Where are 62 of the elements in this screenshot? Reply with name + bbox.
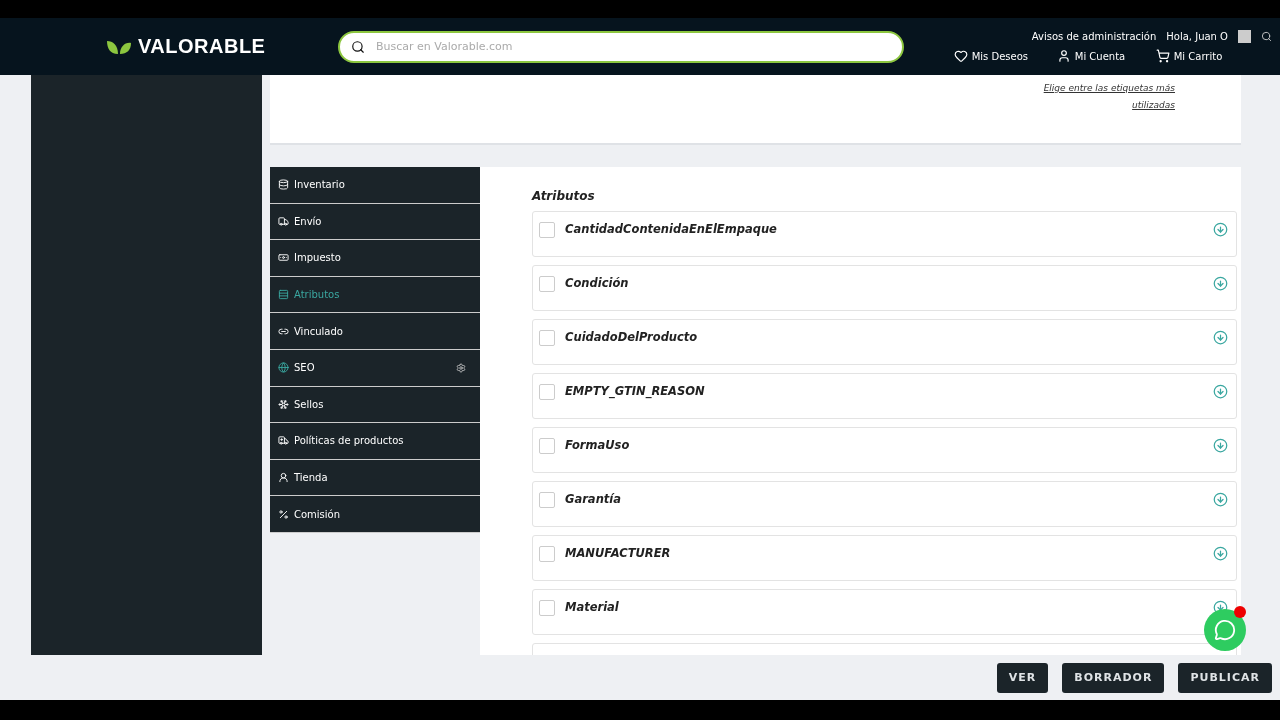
tab[interactable]: SEO xyxy=(270,349,480,387)
attribute-name: MANUFACTURER xyxy=(565,546,672,560)
checkbox[interactable] xyxy=(539,276,555,292)
attribute-name: FormaUso xyxy=(565,438,631,452)
snowflake-icon xyxy=(278,398,289,410)
footer-button[interactable]: VER xyxy=(996,662,1049,693)
expand-icon[interactable] xyxy=(1213,276,1228,291)
truck-icon xyxy=(278,215,289,227)
checkbox[interactable] xyxy=(539,438,555,454)
tab[interactable]: Políticas de productos xyxy=(270,423,480,460)
user-icon xyxy=(278,472,289,484)
nav-link[interactable]: Mi Carrito xyxy=(1154,49,1224,63)
expand-icon[interactable] xyxy=(1213,384,1228,399)
tab[interactable]: Tienda xyxy=(270,459,480,497)
expand-icon[interactable] xyxy=(1213,492,1228,507)
section-title: Atributos xyxy=(532,189,596,203)
ambulance-icon xyxy=(278,435,289,447)
tab[interactable]: Impuesto xyxy=(270,240,480,277)
checkbox[interactable] xyxy=(539,492,555,508)
expand-icon[interactable] xyxy=(1213,222,1228,237)
attribute-name: Condición xyxy=(565,276,630,290)
table-icon xyxy=(278,289,289,301)
search-field[interactable]: Buscar en Valorable.com xyxy=(338,30,904,63)
percent-icon xyxy=(278,508,289,520)
checkbox[interactable] xyxy=(539,330,555,346)
search-icon[interactable] xyxy=(1261,31,1272,42)
footer-button[interactable]: BORRADOR xyxy=(1062,662,1165,693)
tab[interactable]: Inventario xyxy=(270,167,480,204)
attribute-name: CantidadContenidaEnElEmpaque xyxy=(565,222,778,236)
user-icon xyxy=(1056,49,1071,63)
tab[interactable]: Vinculado xyxy=(270,313,480,350)
attribute-name: Garantía xyxy=(565,492,623,506)
expand-icon[interactable] xyxy=(1213,330,1228,345)
brand-name: VALORABLE xyxy=(138,35,266,58)
tab[interactable]: Sellos xyxy=(270,386,480,424)
tags-link[interactable]: Elige entre las etiquetas más utilizadas xyxy=(1025,80,1175,114)
globe-icon xyxy=(278,362,289,374)
tab[interactable]: Comisión xyxy=(270,496,480,533)
checkbox[interactable] xyxy=(539,600,555,616)
nav-link[interactable]: Mi Cuenta xyxy=(1056,49,1126,63)
tab[interactable]: Atributos xyxy=(270,276,480,314)
nav-link[interactable]: Mis Deseos xyxy=(953,49,1028,63)
chat-icon xyxy=(1214,619,1236,641)
expand-icon[interactable] xyxy=(1213,438,1228,453)
settings-icon xyxy=(456,362,466,373)
attribute-name: CuidadoDelProducto xyxy=(565,330,699,344)
banknote-icon xyxy=(278,252,289,264)
checkbox[interactable] xyxy=(539,546,555,562)
checkbox[interactable] xyxy=(539,222,555,238)
heart-icon xyxy=(953,49,968,63)
checkbox[interactable] xyxy=(539,384,555,400)
search-icon xyxy=(351,39,365,54)
greeting-text: Hola, Juan O xyxy=(1166,31,1228,42)
leaf-logo-icon xyxy=(106,38,132,55)
admin-notices-link[interactable]: Avisos de administración xyxy=(1031,31,1157,42)
attribute-name: EMPTY_GTIN_REASON xyxy=(565,384,706,398)
database-icon xyxy=(278,179,289,191)
attribute-name: Material xyxy=(565,600,620,614)
expand-icon[interactable] xyxy=(1213,546,1228,561)
footer-button[interactable]: PUBLICAR xyxy=(1178,662,1272,693)
cart-icon xyxy=(1155,49,1170,63)
tab[interactable]: Envío xyxy=(270,203,480,241)
